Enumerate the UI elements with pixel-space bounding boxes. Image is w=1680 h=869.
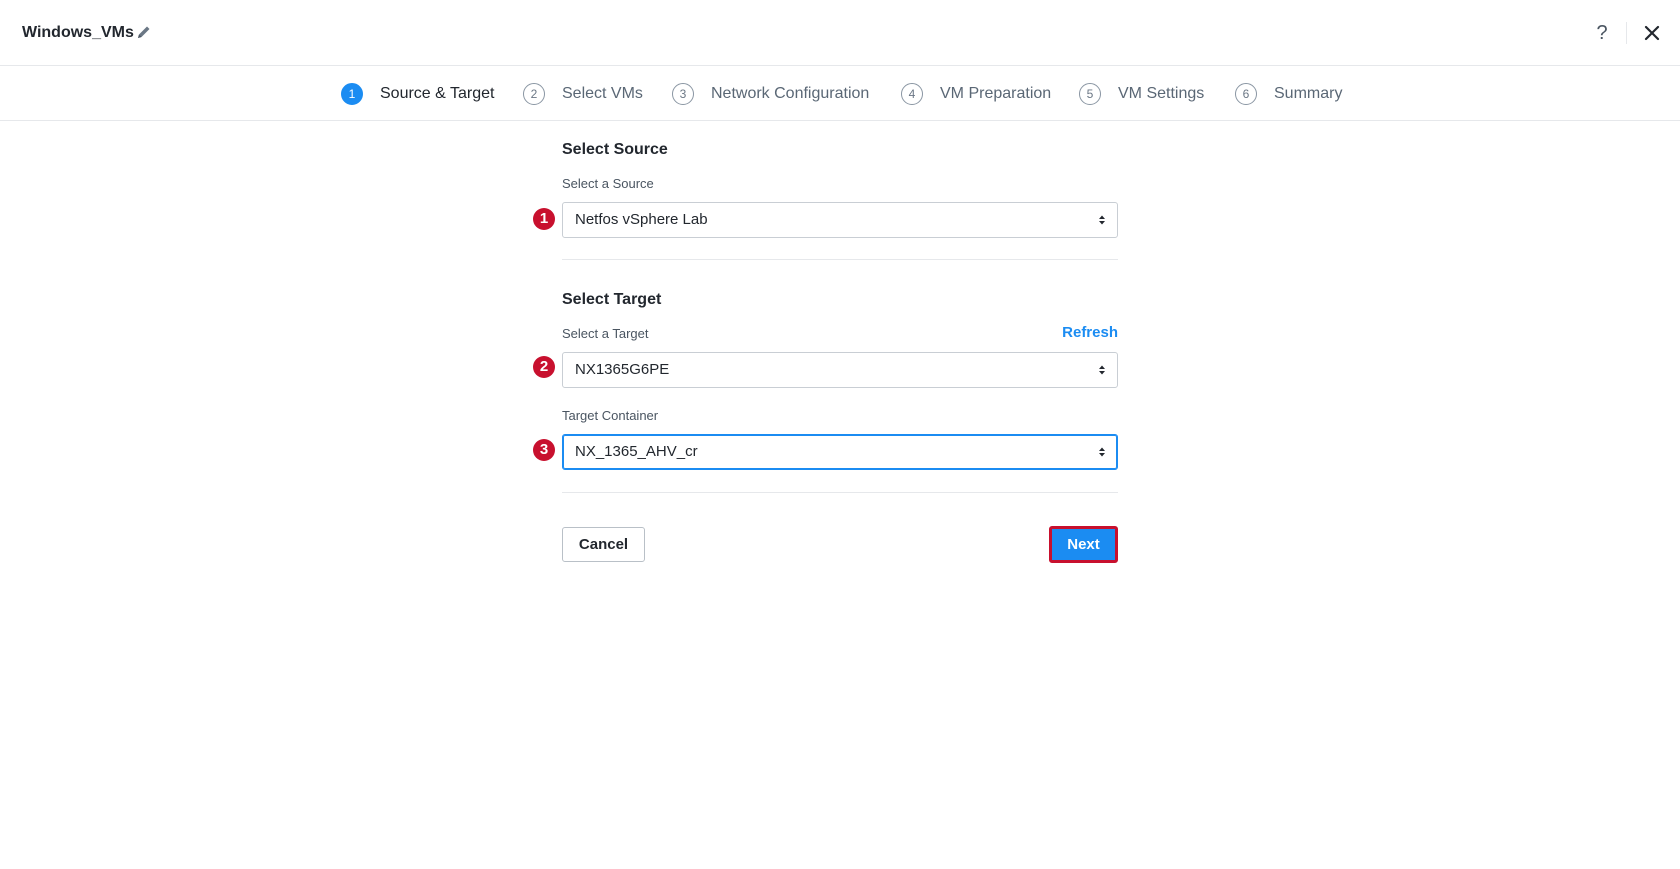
target-container-select[interactable]: NX_1365_AHV_cr (562, 434, 1118, 470)
step-marker-3: 3 (533, 439, 555, 461)
step-network-configuration[interactable]: 3 Network Configuration (672, 83, 869, 105)
target-container-label: Target Container (562, 408, 659, 423)
step-number: 6 (1235, 83, 1257, 105)
step-number: 2 (523, 83, 545, 105)
select-source-heading: Select Source (562, 141, 668, 158)
step-vm-settings[interactable]: 5 VM Settings (1079, 83, 1204, 105)
plan-name: Windows_VMs (22, 24, 134, 41)
source-select-value: Netfos vSphere Lab (575, 211, 708, 228)
next-button-highlight: Next (1049, 526, 1118, 563)
select-target-heading: Select Target (562, 291, 662, 308)
step-label: Source & Target (380, 85, 495, 102)
target-select-value: NX1365G6PE (575, 361, 670, 378)
step-source-target[interactable]: 1 Source & Target (341, 83, 494, 105)
step-label: VM Preparation (940, 85, 1052, 102)
step-summary[interactable]: 6 Summary (1235, 83, 1342, 105)
step-vm-preparation[interactable]: 4 VM Preparation (901, 83, 1051, 105)
step-label: Network Configuration (711, 85, 870, 102)
header-divider (1626, 22, 1627, 44)
step-marker-2: 2 (533, 356, 555, 378)
step-label: Summary (1274, 85, 1343, 102)
section-divider (562, 492, 1118, 493)
select-target-label: Select a Target (562, 326, 649, 341)
step-number: 5 (1079, 83, 1101, 105)
next-button[interactable]: Next (1052, 529, 1115, 560)
step-select-vms[interactable]: 2 Select VMs (523, 83, 643, 105)
close-icon[interactable] (1640, 20, 1664, 46)
pencil-icon[interactable] (136, 24, 152, 40)
source-select[interactable]: Netfos vSphere Lab (562, 202, 1118, 238)
select-caret-icon (1099, 215, 1105, 225)
select-caret-icon (1099, 365, 1105, 375)
step-number: 1 (341, 83, 363, 105)
step-number: 3 (672, 83, 694, 105)
cancel-button[interactable]: Cancel (562, 527, 645, 562)
wizard-steps: 1 Source & Target 2 Select VMs 3 Network… (0, 66, 1680, 121)
header-bar: Windows_VMs ? (0, 0, 1680, 66)
help-button[interactable]: ? (1590, 20, 1614, 46)
section-divider (562, 259, 1118, 260)
target-container-value: NX_1365_AHV_cr (575, 443, 698, 460)
select-source-label: Select a Source (562, 176, 654, 191)
select-caret-icon (1099, 447, 1105, 457)
step-number: 4 (901, 83, 923, 105)
step-label: Select VMs (562, 85, 643, 102)
step-label: VM Settings (1118, 85, 1205, 102)
refresh-link[interactable]: Refresh (1062, 324, 1118, 341)
target-select[interactable]: NX1365G6PE (562, 352, 1118, 388)
step-marker-1: 1 (533, 208, 555, 230)
